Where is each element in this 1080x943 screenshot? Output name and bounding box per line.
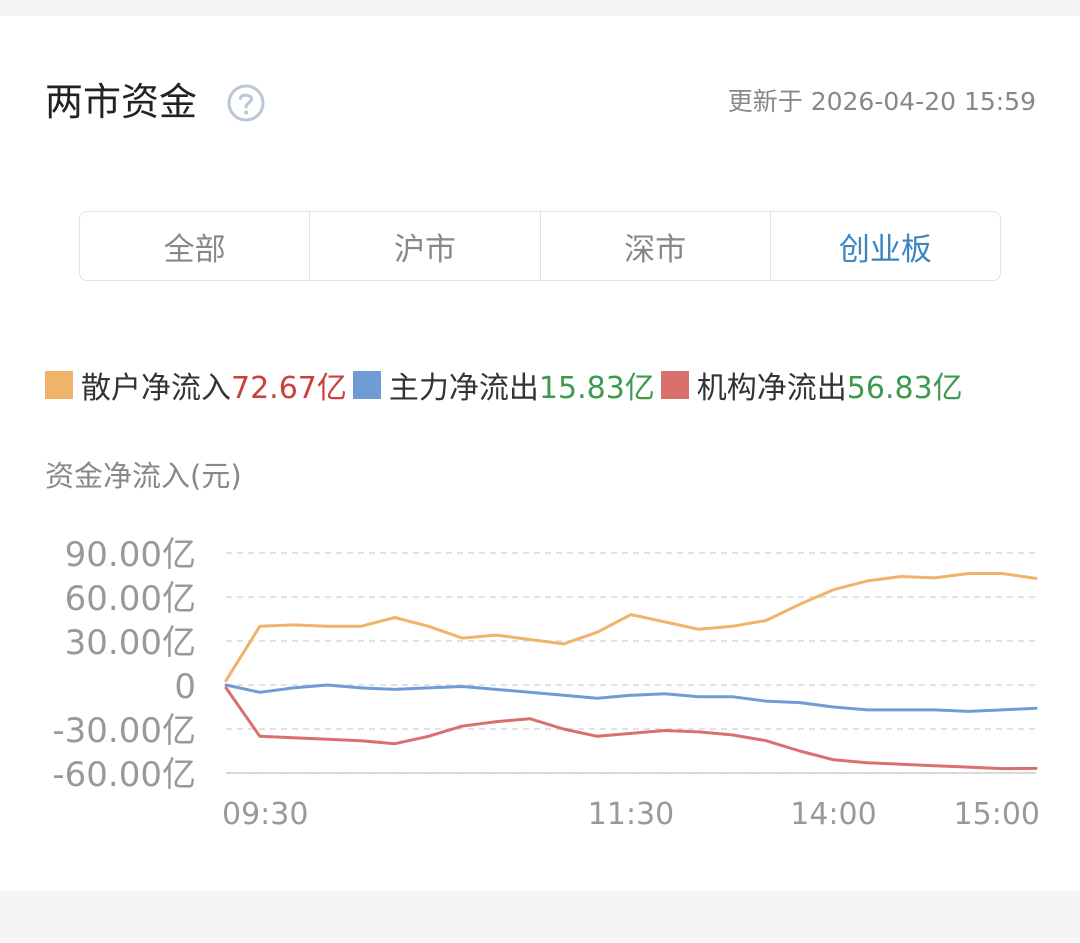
y-tick-label: 0 — [174, 667, 196, 707]
y-tick-label: -30.00亿 — [52, 711, 196, 751]
fund-flow-chart: 90.00亿60.00亿30.00亿0-30.00亿-60.00亿 09:30 11… — [52, 535, 1040, 832]
series-line-2 — [224, 683, 1038, 713]
series-line-1 — [224, 572, 1038, 683]
x-tick-label: 11:30 — [588, 797, 674, 832]
x-tick-label: 09:30 — [222, 797, 308, 832]
y-tick-label: -60.00亿 — [52, 755, 196, 795]
y-tick-label: 30.00亿 — [65, 623, 196, 663]
y-tick-label: 90.00亿 — [65, 535, 196, 575]
x-tick-label: 15:00 — [954, 797, 1040, 832]
x-tick-label: 14:00 — [790, 797, 876, 832]
y-tick-label: 60.00亿 — [65, 579, 196, 619]
